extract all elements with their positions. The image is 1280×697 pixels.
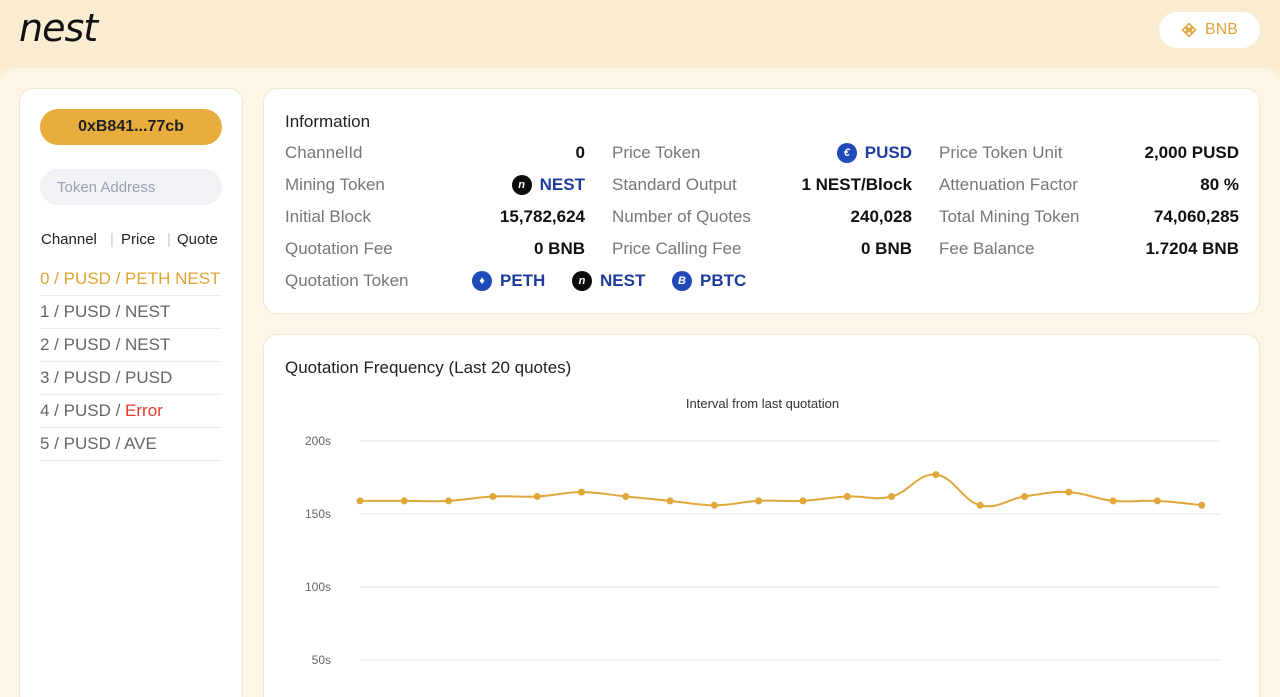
- info-price-calling-fee: Price Calling Fee 0 BNB: [612, 239, 912, 258]
- data-point[interactable]: [843, 492, 851, 500]
- data-point[interactable]: [1021, 492, 1028, 500]
- y-tick-label: 50s: [312, 653, 331, 667]
- quotation-interval-chart: 200s 150s 100s 50s: [305, 434, 1219, 667]
- column-divider: |: [167, 231, 171, 248]
- channel-item-2[interactable]: 2 / PUSD / NEST: [40, 329, 222, 362]
- column-header-channel: Channel: [41, 231, 97, 248]
- network-button[interactable]: BNB: [1159, 12, 1260, 48]
- information-card: Information ChannelId 0 Price Token € PUS…: [263, 88, 1260, 314]
- channel-column-headers: Channel | Price | Quote: [40, 231, 222, 249]
- channel-item-3[interactable]: 3 / PUSD / PUSD: [40, 362, 222, 395]
- btc-icon: B: [672, 271, 692, 291]
- error-label: Error: [125, 401, 163, 420]
- bnb-icon: [1181, 22, 1197, 38]
- data-point[interactable]: [1198, 501, 1206, 509]
- info-price-token: Price Token € PUSD: [612, 143, 912, 163]
- data-point[interactable]: [710, 501, 718, 509]
- data-point[interactable]: [356, 497, 364, 505]
- data-point[interactable]: [932, 471, 940, 479]
- series-line: [360, 473, 1202, 508]
- info-initial-block: Initial Block 15,782,624: [285, 207, 585, 226]
- quotation-token-peth[interactable]: ♦ PETH: [472, 271, 545, 291]
- pusd-icon: €: [836, 143, 857, 163]
- data-point[interactable]: [1153, 497, 1161, 505]
- data-point[interactable]: [1065, 488, 1073, 496]
- data-point[interactable]: [1109, 497, 1117, 505]
- info-number-of-quotes: Number of Quotes 240,028: [612, 207, 912, 226]
- data-point[interactable]: [533, 492, 541, 500]
- channel-item-4[interactable]: 4 / PUSD / Error: [40, 395, 222, 428]
- column-header-price: Price: [121, 231, 156, 248]
- y-tick-label: 200s: [305, 434, 331, 448]
- data-point[interactable]: [666, 497, 674, 505]
- quotation-token-pbtc[interactable]: B PBTC: [672, 271, 746, 291]
- channel-item-0[interactable]: 0 / PUSD / PETH NEST: [40, 263, 222, 296]
- quotation-frequency-card: Quotation Frequency (Last 20 quotes) Int…: [263, 334, 1260, 697]
- info-fee-balance: Fee Balance 1.7204 BNB: [939, 239, 1239, 258]
- column-header-quote: Quote: [177, 231, 218, 248]
- data-point[interactable]: [445, 497, 453, 505]
- y-tick-label: 100s: [305, 580, 331, 594]
- data-point[interactable]: [622, 492, 630, 500]
- info-quotation-token: Quotation Token: [285, 271, 409, 290]
- data-point[interactable]: [400, 497, 408, 505]
- sidebar: 0xB841...77cb Channel | Price | Quote 0 …: [19, 88, 243, 697]
- nest-icon: n: [511, 175, 532, 195]
- channel-list: 0 / PUSD / PETH NEST 1 / PUSD / NEST 2 /…: [40, 263, 222, 461]
- quotation-token-nest[interactable]: n NEST: [572, 271, 645, 291]
- wallet-address-button[interactable]: 0xB841...77cb: [40, 109, 222, 145]
- column-divider: |: [110, 231, 114, 248]
- info-attenuation-factor: Attenuation Factor 80 %: [939, 175, 1239, 194]
- info-total-mining-token: Total Mining Token 74,060,285: [939, 207, 1239, 226]
- channel-item-5[interactable]: 5 / PUSD / AVE: [40, 428, 222, 461]
- info-price-token-unit: Price Token Unit 2,000 PUSD: [939, 143, 1239, 162]
- data-point[interactable]: [578, 488, 585, 496]
- data-point[interactable]: [489, 492, 497, 500]
- info-mining-token: Mining Token n NEST: [285, 175, 585, 195]
- network-label: BNB: [1205, 21, 1238, 38]
- top-bar: nest BNB: [0, 0, 1280, 68]
- information-title: Information: [285, 112, 371, 131]
- nest-logo[interactable]: nest: [19, 6, 98, 50]
- token-address-input[interactable]: [40, 169, 222, 205]
- nest-icon: n: [572, 271, 592, 291]
- info-quotation-fee: Quotation Fee 0 BNB: [285, 239, 585, 258]
- data-point[interactable]: [888, 492, 896, 500]
- eth-icon: ♦: [472, 271, 492, 291]
- channel-item-1[interactable]: 1 / PUSD / NEST: [40, 296, 222, 329]
- data-point[interactable]: [755, 497, 763, 505]
- data-point[interactable]: [976, 501, 984, 509]
- data-point[interactable]: [799, 497, 807, 505]
- info-standard-output: Standard Output 1 NEST/Block: [612, 175, 912, 194]
- info-channel-id: ChannelId 0: [285, 143, 585, 162]
- y-tick-label: 150s: [305, 507, 331, 521]
